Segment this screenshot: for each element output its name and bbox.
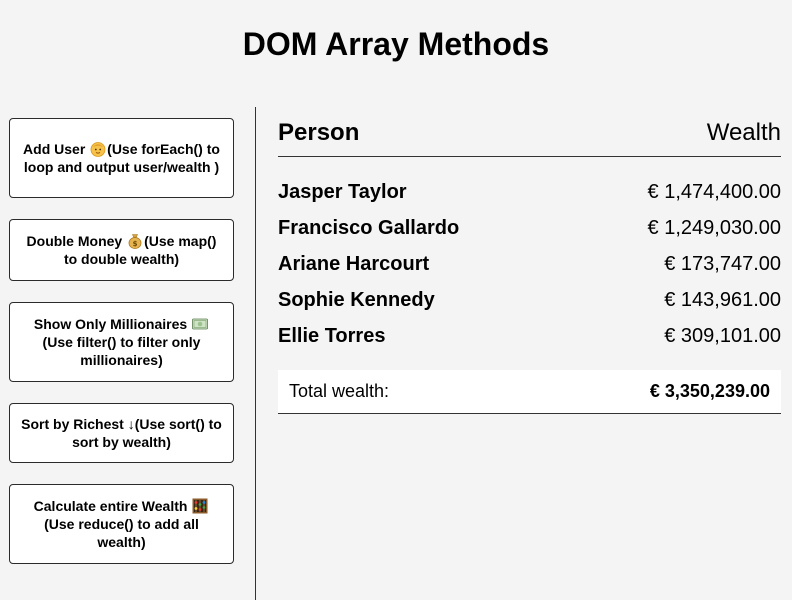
- table-row: Ariane Harcourt € 173,747.00: [278, 246, 781, 282]
- table-row: Sophie Kennedy € 143,961.00: [278, 282, 781, 318]
- show-millionaires-button[interactable]: Show Only Millionaires (Use filter() to …: [9, 302, 234, 382]
- person-wealth: € 143,961.00: [664, 288, 781, 311]
- wealth-table: Person Wealth Jasper Taylor € 1,474,400.…: [278, 110, 781, 414]
- person-name: Ellie Torres: [278, 324, 386, 347]
- svg-text:$: $: [133, 240, 138, 248]
- page-title: DOM Array Methods: [242, 26, 550, 62]
- person-name: Jasper Taylor: [278, 180, 407, 203]
- money-bag-icon: $: [128, 234, 142, 249]
- total-wealth-value: € 3,350,239.00: [649, 381, 770, 401]
- header-person: Person: [278, 119, 360, 146]
- show-millionaires-button-label: Show Only Millionaires (Use filter() to …: [20, 315, 223, 369]
- total-wealth-row: Total wealth: € 3,350,239.00: [278, 370, 781, 414]
- down-arrow-icon: ↓: [127, 416, 135, 432]
- add-user-button[interactable]: Add User (Use forEach() to loop and outp…: [9, 118, 234, 198]
- person-wealth: € 173,747.00: [664, 252, 781, 275]
- person-name: Francisco Gallardo: [278, 216, 460, 239]
- money-bill-icon: [192, 318, 208, 330]
- sort-richest-button-label: Sort by Richest ↓(Use sort() to sort by …: [21, 416, 222, 450]
- double-money-button[interactable]: Double Money $ (Use map() to double weal…: [9, 219, 234, 281]
- sort-richest-button[interactable]: Sort by Richest ↓(Use sort() to sort by …: [9, 403, 234, 463]
- double-money-button-label: Double Money $ (Use map() to double weal…: [26, 233, 217, 267]
- header-wealth: Wealth: [706, 119, 781, 146]
- person-wealth: € 309,101.00: [664, 324, 781, 347]
- calculate-wealth-button-label: Calculate entire Wealth (Use reduce() to…: [20, 497, 223, 551]
- table-header: Person Wealth: [278, 110, 781, 157]
- total-wealth-label: Total wealth:: [289, 381, 390, 401]
- person-name: Sophie Kennedy: [278, 288, 435, 311]
- person-list: Jasper Taylor € 1,474,400.00 Francisco G…: [278, 174, 781, 354]
- table-row: Ellie Torres € 309,101.00: [278, 318, 781, 354]
- table-row: Jasper Taylor € 1,474,400.00: [278, 174, 781, 210]
- abacus-icon: [192, 498, 208, 514]
- calculate-wealth-button[interactable]: Calculate entire Wealth (Use reduce() to…: [9, 484, 234, 564]
- baby-face-icon: [90, 142, 106, 157]
- person-name: Ariane Harcourt: [278, 252, 430, 275]
- vertical-divider: [255, 107, 256, 600]
- table-row: Francisco Gallardo € 1,249,030.00: [278, 210, 781, 246]
- person-wealth: € 1,474,400.00: [647, 180, 781, 203]
- add-user-button-label: Add User (Use forEach() to loop and outp…: [23, 141, 220, 175]
- person-wealth: € 1,249,030.00: [647, 216, 781, 239]
